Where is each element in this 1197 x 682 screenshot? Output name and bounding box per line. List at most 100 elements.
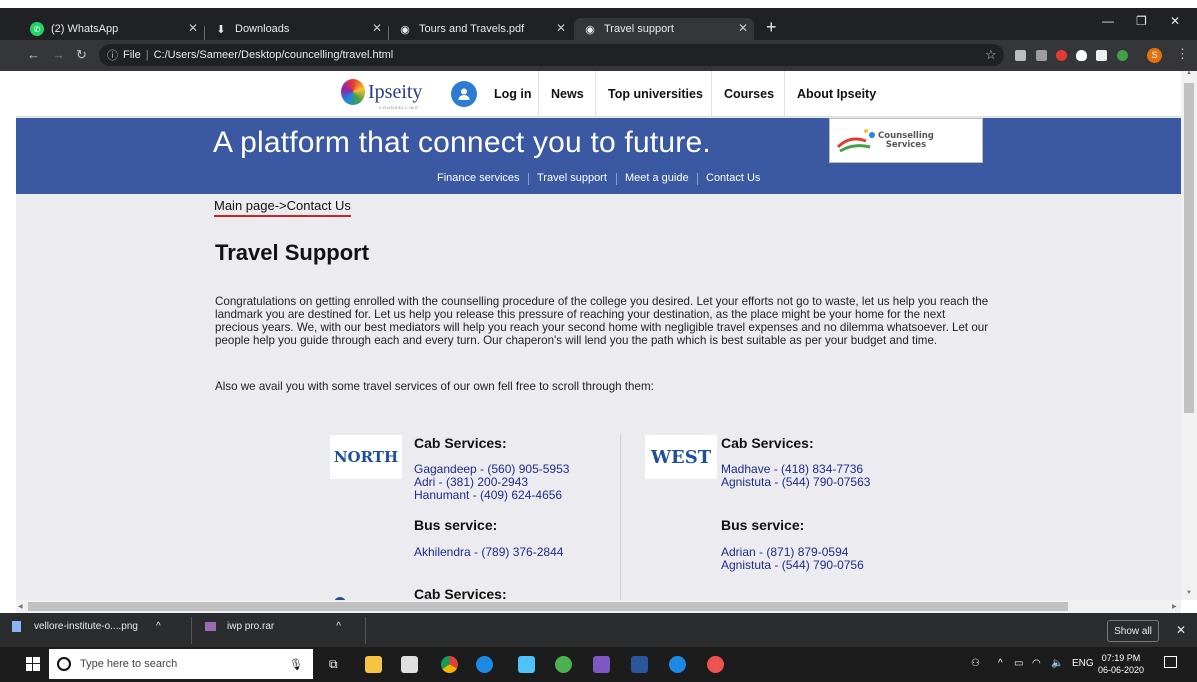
minimize-button[interactable]: — [1102, 14, 1114, 28]
region-west: WEST Cab Services: Madhave - (418) 834-7… [645, 435, 945, 600]
close-tab-icon[interactable]: ✕ [372, 21, 382, 35]
globe-icon: ◉ [585, 23, 595, 36]
browser-toolbar: ← → ↻ ⓘ File | C:/Users/Sameer/Desktop/c… [0, 40, 1197, 71]
west-badge-text: WEST [650, 446, 712, 468]
scrollbar-thumb[interactable] [28, 602, 1068, 611]
subnav-separator [616, 173, 617, 185]
extension-icon[interactable] [1096, 50, 1107, 61]
colorful-swirl-icon [836, 129, 875, 153]
task-view-icon[interactable]: ⧉ [329, 657, 338, 672]
bookmark-star-icon[interactable]: ☆ [985, 47, 997, 63]
extension-icon[interactable] [1056, 50, 1067, 61]
search-circle-icon [57, 657, 71, 671]
download-icon: ⬇ [216, 23, 226, 36]
subnav-travel-support[interactable]: Travel support [537, 172, 607, 184]
extension-icon[interactable] [1076, 50, 1087, 61]
word-icon[interactable] [631, 656, 648, 673]
chrome-icon[interactable] [441, 656, 458, 673]
people-icon[interactable]: ⚇ [971, 658, 980, 669]
extension-icon[interactable] [1117, 50, 1128, 61]
bus-contact[interactable]: Agnistuta - (544) 790-0756 [721, 559, 864, 572]
chevron-up-icon[interactable]: ^ [336, 621, 341, 632]
west-bus-heading: Bus service: [721, 517, 805, 533]
site-logo[interactable]: Ipseity COUNSELLING [341, 79, 422, 110]
reload-button[interactable]: ↻ [76, 47, 87, 63]
clock-date: 06-06-2020 [1098, 665, 1145, 675]
download-separator [191, 617, 192, 644]
maximize-button[interactable]: ❐ [1136, 14, 1147, 28]
user-icon[interactable] [451, 81, 477, 107]
close-tab-icon[interactable]: ✕ [188, 21, 198, 35]
subnav-contact[interactable]: Contact Us [706, 172, 760, 184]
extension-icon[interactable] [1036, 50, 1047, 61]
download-item[interactable]: iwp pro.rar ^ [205, 621, 341, 632]
scroll-left-arrow-icon[interactable]: ◀ [18, 603, 23, 610]
new-tab-button[interactable]: + [766, 18, 777, 36]
counselling-services-logo: Counselling Services [829, 118, 983, 163]
nav-courses[interactable]: Courses [711, 71, 786, 117]
west-cab-heading: Cab Services: [721, 435, 814, 451]
region-third: Cab Services: [330, 585, 630, 600]
app-icon[interactable] [518, 656, 535, 673]
winrar-icon[interactable] [593, 656, 610, 673]
close-shelf-icon[interactable]: ✕ [1176, 623, 1186, 637]
scrollbar-thumb[interactable] [1184, 83, 1194, 413]
tab-tours-pdf[interactable]: ◉ Tours and Travels.pdf ✕ [398, 18, 566, 40]
back-button[interactable]: ← [27, 47, 40, 62]
horizontal-scrollbar[interactable]: ◀ ▶ [16, 600, 1181, 613]
subnav-meet-guide[interactable]: Meet a guide [625, 172, 689, 184]
store-icon[interactable] [401, 656, 418, 673]
utorrent-icon[interactable] [555, 656, 572, 673]
windows-start-icon[interactable] [26, 657, 40, 671]
scroll-down-arrow-icon[interactable]: ▼ [1186, 590, 1192, 596]
file-explorer-icon[interactable] [365, 656, 382, 673]
forward-button[interactable]: → [52, 47, 65, 62]
show-all-button[interactable]: Show all [1107, 620, 1159, 642]
nav-news[interactable]: News [538, 71, 596, 117]
teamviewer-icon[interactable] [476, 656, 493, 673]
close-tab-icon[interactable]: ✕ [738, 21, 748, 35]
tab-travel-support[interactable]: ◉ Travel support ✕ [574, 18, 754, 40]
scroll-up-arrow-icon[interactable]: ▲ [1186, 70, 1192, 76]
extension-icon[interactable] [1015, 50, 1026, 61]
nav-top-universities[interactable]: Top universities [595, 71, 715, 117]
search-placeholder: Type here to search [80, 658, 178, 670]
profile-avatar[interactable]: S [1147, 48, 1162, 63]
address-bar[interactable]: ⓘ File | C:/Users/Sameer/Desktop/councel… [99, 44, 1004, 66]
north-cab-heading: Cab Services: [414, 435, 507, 451]
cab-contact[interactable]: Agnistuta - (544) 790-07563 [721, 476, 870, 489]
taskbar-search[interactable]: Type here to search 🎙 [49, 649, 313, 679]
paint-icon[interactable] [707, 656, 724, 673]
download-item[interactable]: vellore-institute-o....png ^ [12, 621, 161, 632]
close-window-button[interactable]: ✕ [1170, 14, 1180, 28]
breadcrumb[interactable]: Main page->Contact Us [214, 198, 351, 217]
system-clock[interactable]: 07:19 PM 06-06-2020 [1098, 652, 1144, 676]
notification-icon[interactable] [1164, 656, 1177, 668]
close-tab-icon[interactable]: ✕ [556, 21, 566, 35]
cab-contact[interactable]: Hanumant - (409) 624-4656 [414, 489, 562, 502]
language-indicator[interactable]: ENG [1072, 658, 1094, 669]
edge-icon[interactable] [669, 656, 686, 673]
tab-whatsapp[interactable]: ✆ (2) WhatsApp ✕ [30, 18, 198, 40]
site-header: Ipseity COUNSELLING Log in News Top univ… [16, 71, 1181, 117]
bus-contact[interactable]: Akhilendra - (789) 376-2844 [414, 546, 563, 559]
subnav-finance[interactable]: Finance services [437, 172, 520, 184]
tab-downloads[interactable]: ⬇ Downloads ✕ [214, 18, 382, 40]
chevron-up-icon[interactable]: ^ [156, 621, 161, 632]
vertical-scrollbar[interactable]: ▲ ▼ [1181, 70, 1197, 600]
subnav-separator [697, 173, 698, 185]
whatsapp-icon: ✆ [30, 22, 44, 36]
scroll-right-arrow-icon[interactable]: ▶ [1172, 603, 1177, 610]
menu-icon[interactable]: ⋮ [1176, 46, 1189, 62]
info-icon[interactable]: ⓘ [107, 47, 118, 63]
download-filename: iwp pro.rar [227, 621, 275, 632]
nav-login[interactable]: Log in [482, 71, 544, 117]
chevron-up-icon[interactable]: ^ [998, 658, 1003, 669]
battery-icon[interactable]: ▭ [1014, 658, 1023, 669]
nav-about[interactable]: About Ipseity [784, 71, 888, 117]
microphone-icon[interactable]: 🎙 [289, 658, 303, 671]
north-bus-heading: Bus service: [414, 517, 498, 533]
file-icon [12, 621, 21, 632]
volume-icon[interactable]: 🔈 [1051, 658, 1063, 669]
wifi-icon[interactable]: ◠ [1032, 658, 1041, 669]
